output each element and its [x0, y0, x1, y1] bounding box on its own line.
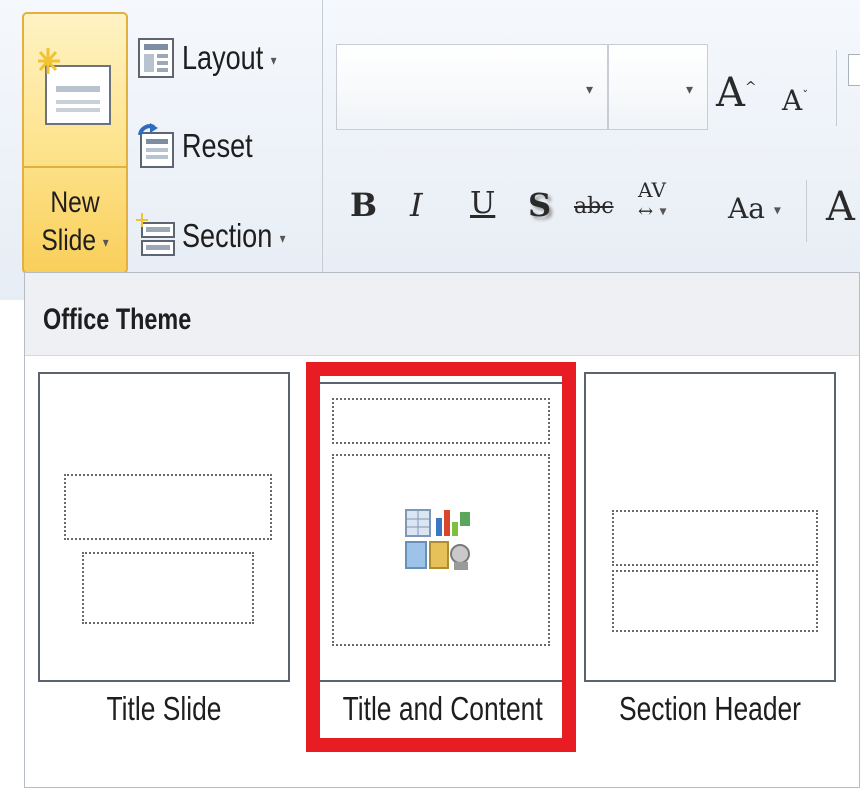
change-case-label: Aa	[728, 192, 765, 225]
shrink-font-icon: A	[782, 84, 803, 117]
change-case-button[interactable]: Aa ▾	[728, 192, 781, 225]
layout-label: Section Header	[619, 690, 801, 727]
chevron-down-icon[interactable]: ▾	[686, 81, 693, 98]
subtitle-placeholder	[82, 552, 254, 624]
selection-highlight	[306, 362, 576, 752]
character-spacing-button[interactable]: AV ↔ ▾	[638, 180, 666, 222]
chevron-down-icon: ▾	[659, 203, 667, 220]
title-placeholder	[612, 510, 818, 566]
text-shadow-button[interactable]: S	[528, 186, 551, 224]
ribbon-separator	[836, 50, 837, 126]
section-button[interactable]: Section ▾	[136, 206, 308, 266]
gallery-title: Office Theme	[43, 303, 192, 336]
new-slide-label-line1: New	[50, 186, 100, 219]
spacing-arrows-icon: ↔	[638, 201, 654, 222]
underline-button[interactable]: U	[470, 186, 495, 221]
bold-button[interactable]: B	[350, 186, 377, 224]
font-size-combobox[interactable]: ▾	[608, 44, 708, 130]
reset-icon	[138, 123, 174, 168]
layout-thumbnail	[38, 372, 290, 682]
character-spacing-label: AV	[638, 178, 666, 202]
title-placeholder	[64, 474, 272, 540]
font-name-combobox[interactable]: ▾	[336, 44, 608, 130]
new-slide-divider	[24, 166, 126, 168]
section-label: Section	[182, 217, 273, 254]
shrink-font-button[interactable]: Aˇ	[782, 84, 808, 117]
clear-formatting-button[interactable]	[848, 54, 860, 86]
text-placeholder	[612, 570, 818, 632]
chevron-down-icon: ▾	[270, 51, 277, 68]
gallery-header: Office Theme	[25, 273, 859, 356]
italic-button[interactable]: I	[410, 186, 423, 224]
chevron-down-icon[interactable]: ▾	[586, 81, 593, 98]
layout-label: Layout	[182, 39, 264, 76]
chevron-down-icon: ▾	[102, 234, 109, 251]
reset-label: Reset	[182, 127, 253, 164]
section-icon	[136, 213, 175, 256]
chevron-down-icon: ▾	[773, 202, 781, 219]
layout-icon	[138, 38, 174, 78]
layout-button[interactable]: Layout ▾	[136, 28, 297, 88]
ribbon-group-separator	[322, 0, 323, 272]
reset-button[interactable]: Reset	[136, 116, 268, 176]
chevron-down-icon: ▾	[279, 229, 286, 246]
new-slide-icon	[38, 48, 111, 125]
ribbon: New Slide ▾ Layout ▾ Reset Section ▾ ▾ ▾…	[0, 0, 860, 300]
font-color-button[interactable]: A	[826, 184, 855, 230]
new-slide-label[interactable]: New Slide ▾	[33, 184, 117, 261]
layout-label: Title Slide	[106, 690, 222, 727]
grow-font-icon: A	[716, 70, 745, 116]
new-slide-label-line2: Slide	[41, 224, 97, 257]
grow-font-button[interactable]: A^	[716, 70, 757, 116]
layout-thumbnail	[584, 372, 836, 682]
ribbon-separator	[806, 180, 807, 242]
strikethrough-button[interactable]: abc	[574, 194, 614, 219]
new-slide-button[interactable]: New Slide ▾	[22, 12, 128, 274]
